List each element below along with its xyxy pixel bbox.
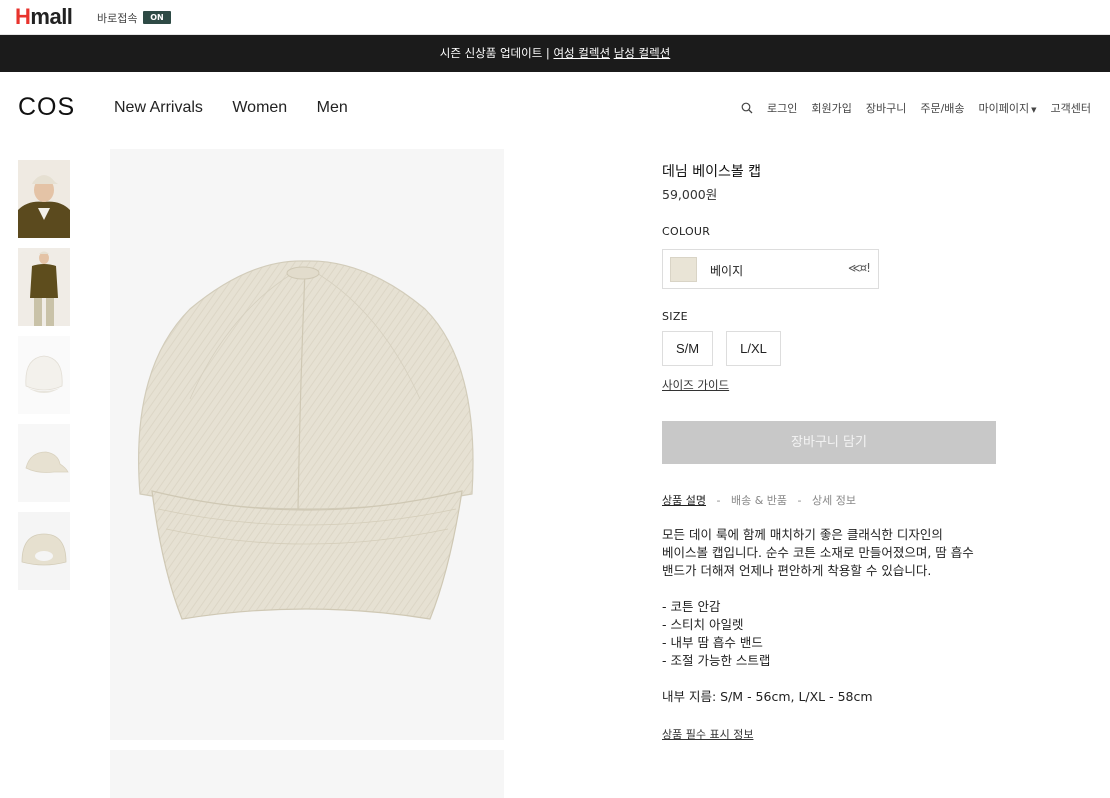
chevron-down-icon: ▼ [1031,106,1037,114]
product-description: 모든 데이 룩에 함께 매치하기 좋은 클래식한 디자인의 베이스볼 캡입니다.… [662,526,1007,706]
feature-item: - 코튼 안감 [662,599,721,614]
colour-swatch [670,257,697,282]
cap-illustration [137,260,474,620]
hmall-logo[interactable]: Hmall [15,4,73,29]
colour-note: ≪¤! [847,261,871,275]
signup-link[interactable]: 회원가입 [811,100,851,116]
description-line: 베이스볼 캡입니다. 순수 코튼 소재로 만들어졌으며, 땀 흡수 [662,545,974,560]
main-product-image[interactable] [110,149,504,740]
colour-label: COLOUR [662,225,711,238]
thumbnail-model-full[interactable] [18,248,70,326]
search-icon[interactable] [741,102,753,114]
info-tabs: 상품 설명 - 배송 & 반품 - 상세 정보 [662,492,856,508]
size-sm-button[interactable]: S/M [662,331,713,366]
nav-women[interactable]: Women [232,99,287,117]
hmall-bar: Hmall 바로접속 ON [0,0,1110,35]
thumbnail-list [18,160,70,600]
size-guide-link[interactable]: 사이즈 가이드 [662,377,729,393]
tab-separator: - [797,494,802,507]
feature-item: - 스티치 아일렛 [662,617,744,632]
mypage-link[interactable]: 마이페이지 ▼ [979,100,1037,116]
shortcut-label: 바로접속 [97,12,138,25]
promo-women-link[interactable]: 여성 컬렉션 [553,46,610,60]
nav-men[interactable]: Men [317,99,348,117]
promo-bar: 시즌 신상품 업데이트 | 여성 컬렉션 남성 컬렉션 [0,35,1110,72]
hmall-logo-text: mall [30,4,73,29]
nav-new-arrivals[interactable]: New Arrivals [114,99,203,117]
hmall-logo-h: H [15,4,31,29]
thumbnail-cap-white[interactable] [18,336,70,414]
thumbnail-model-front[interactable] [18,160,70,238]
shortcut-toggle[interactable]: ON [143,11,171,24]
size-label: SIZE [662,310,688,323]
main-nav: New Arrivals Women Men [114,99,373,117]
utility-nav: 로그인 회원가입 장바구니 주문/배송 마이페이지 ▼ 고객센터 [727,100,1091,116]
tab-description[interactable]: 상품 설명 [662,494,706,507]
tab-shipping[interactable]: 배송 & 반품 [731,494,787,507]
thumbnail-cap-side[interactable] [18,424,70,502]
orders-link[interactable]: 주문/배송 [920,100,964,116]
promo-men-link[interactable]: 남성 컬렉션 [614,46,671,60]
promo-text: 시즌 신상품 업데이트 | [439,46,554,60]
add-to-cart-button[interactable]: 장바구니 담기 [662,421,996,464]
tab-separator: - [716,494,721,507]
mypage-label: 마이페이지 [978,102,1030,115]
feature-item: - 내부 땀 흡수 밴드 [662,635,763,650]
second-product-image[interactable] [110,750,504,798]
required-info-link[interactable]: 상품 필수 표시 정보 [662,726,753,742]
colour-selector[interactable]: 베이지 ≪¤! [662,249,879,289]
product-price: 59,000원 [662,187,718,202]
description-line: 밴드가 더해져 언제나 편안하게 착용할 수 있습니다. [662,563,932,578]
cos-logo[interactable]: COS [18,93,75,122]
support-link[interactable]: 고객센터 [1051,100,1091,116]
size-note: 내부 지름: S/M - 56cm, L/XL - 58cm [662,689,873,704]
login-link[interactable]: 로그인 [767,100,797,116]
tab-details[interactable]: 상세 정보 [812,494,856,507]
size-lxl-button[interactable]: L/XL [726,331,781,366]
colour-name: 베이지 [710,264,744,278]
description-line: 모든 데이 룩에 함께 매치하기 좋은 클래식한 디자인의 [662,527,943,542]
product-name: 데님 베이스볼 캡 [662,164,762,180]
thumbnail-cap-back[interactable] [18,512,70,590]
feature-item: - 조절 가능한 스트랩 [662,653,771,668]
cart-link[interactable]: 장바구니 [866,100,906,116]
